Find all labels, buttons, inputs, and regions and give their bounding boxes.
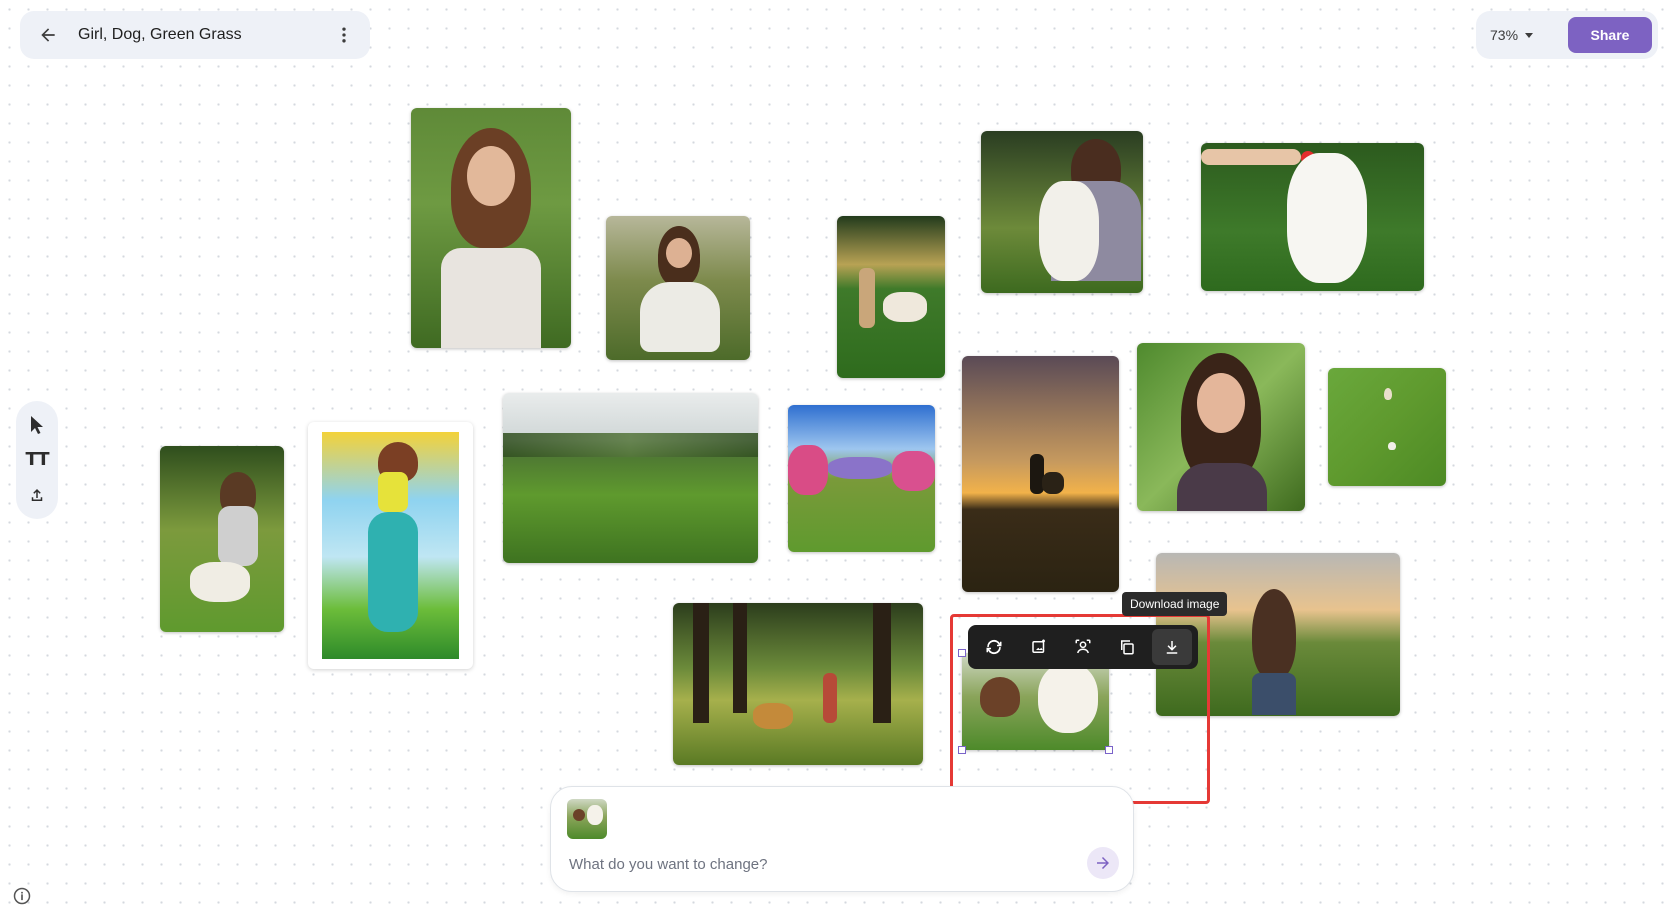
- tool-rail: TT: [16, 401, 58, 519]
- download-icon: [1166, 641, 1177, 654]
- prompt-input[interactable]: [567, 849, 1071, 879]
- arrow-left-icon: [41, 28, 55, 42]
- zoom-select[interactable]: 73%: [1490, 23, 1534, 47]
- resize-handle-bottom-right[interactable]: [1105, 746, 1113, 754]
- duplicate-icon: [1121, 640, 1135, 655]
- prompt-reference-thumbnail[interactable]: [567, 799, 607, 839]
- arrow-right-icon: [1097, 857, 1109, 869]
- select-tool[interactable]: [22, 410, 52, 440]
- zoom-level: 73%: [1490, 27, 1519, 43]
- more-options-button[interactable]: [324, 15, 364, 55]
- image-woman-smiling-portrait[interactable]: [411, 108, 571, 348]
- resize-handle-bottom-left[interactable]: [958, 746, 966, 754]
- cursor-arrow-icon: [31, 415, 43, 434]
- download-tooltip: Download image: [1122, 592, 1228, 616]
- image-girl-hugging-dog[interactable]: [981, 131, 1143, 293]
- prompt-panel: [550, 786, 1134, 892]
- canvas-title[interactable]: Girl, Dog, Green Grass: [78, 26, 324, 44]
- edit-subject-icon: [1075, 639, 1091, 654]
- text-icon: TT: [25, 449, 50, 471]
- image-girl-dog-forest[interactable]: [673, 603, 923, 765]
- regenerate-button[interactable]: [974, 629, 1014, 665]
- send-button[interactable]: [1087, 847, 1119, 879]
- back-button[interactable]: [28, 15, 68, 55]
- image-girl-sitting-meadow[interactable]: [606, 216, 750, 360]
- text-tool[interactable]: TT: [22, 445, 52, 475]
- resize-handle-top-left[interactable]: [958, 649, 966, 657]
- regenerate-icon: [986, 639, 1002, 655]
- expand-image-icon: [1031, 639, 1045, 653]
- canvas-header: Girl, Dog, Green Grass: [20, 11, 370, 59]
- image-girl-dog-sunset[interactable]: [962, 356, 1119, 592]
- image-white-dog-jumping-toy[interactable]: [1201, 143, 1424, 291]
- edit-subject-button[interactable]: [1063, 629, 1103, 665]
- chevron-down-icon: [1525, 33, 1534, 38]
- image-action-toolbar: [968, 625, 1198, 669]
- canvas-controls: 73% Share: [1476, 11, 1658, 59]
- duplicate-button[interactable]: [1107, 629, 1147, 665]
- image-woman-portrait-floral[interactable]: [1137, 343, 1305, 511]
- upload-tool[interactable]: [22, 480, 52, 510]
- image-green-lawn-landscape[interactable]: [503, 393, 758, 563]
- image-aerial-girl-dog-field[interactable]: [1328, 368, 1446, 486]
- image-girl-dog-lake[interactable]: [837, 216, 945, 378]
- download-button[interactable]: [1151, 629, 1192, 665]
- image-illustration-girl-dancing[interactable]: [308, 422, 473, 669]
- info-icon: [13, 887, 31, 905]
- share-button[interactable]: Share: [1568, 17, 1652, 53]
- upload-icon: [31, 489, 43, 502]
- more-vert-icon: [342, 27, 346, 43]
- image-flower-garden[interactable]: [788, 405, 935, 552]
- image-girl-walking-dog-park[interactable]: [160, 446, 284, 632]
- expand-image-button[interactable]: [1019, 629, 1059, 665]
- info-button[interactable]: [12, 886, 32, 906]
